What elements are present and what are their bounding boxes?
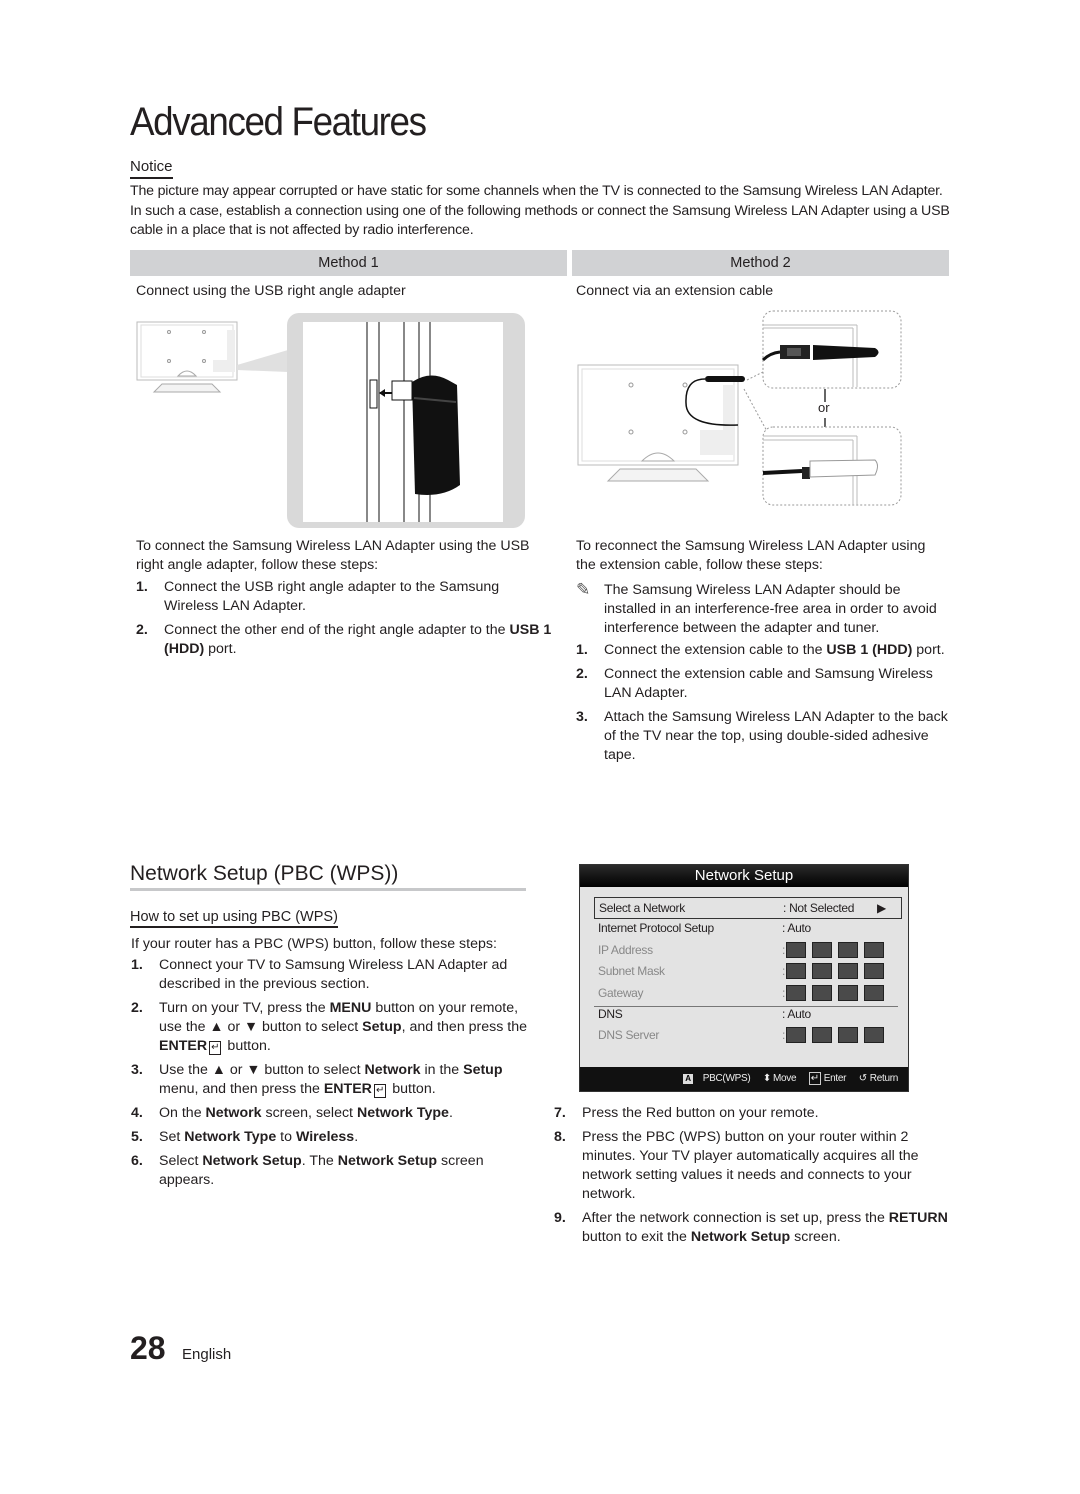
pbc-step: 2. Turn on your TV, press the MENU button… <box>131 1000 528 1055</box>
page-title: Advanced Features <box>130 100 427 144</box>
tv-back-icon <box>577 364 745 482</box>
enter-icon: ↵ <box>209 1041 222 1055</box>
method1-illustration <box>136 313 525 528</box>
menu-row-subnet-mask: Subnet Mask : <box>594 961 900 982</box>
menu-row-ip-address: IP Address : <box>594 940 900 961</box>
method2-step: 2. Connect the extension cable and Samsun… <box>576 666 933 701</box>
enter-icon: ↵ <box>373 1084 387 1098</box>
method2-illustration <box>577 310 902 506</box>
method2-description: Connect via an extension cable <box>576 283 774 299</box>
enter-icon: ↵ <box>808 1072 821 1085</box>
network-setup-screen: Network Setup Select a Network : Not Sel… <box>579 864 909 1092</box>
menu-row-dns-server: DNS Server : <box>594 1025 900 1046</box>
method1-description: Connect using the USB right angle adapte… <box>136 283 406 299</box>
method1-heading: Method 1 <box>130 250 567 276</box>
method1-step: 1. Connect the USB right angle adapter to… <box>136 579 500 614</box>
move-hint: ⬍ Move <box>762 1073 797 1084</box>
pbc-step: 5. Set Network Type to Wireless. <box>131 1129 359 1145</box>
pbc-steps-right: 7. Press the Red button on your remote. 8… <box>554 1104 952 1252</box>
pbc-step: 3. Use the ▲ or ▼ button to select Networ… <box>131 1062 503 1098</box>
page-number: 28 <box>130 1330 166 1366</box>
menu-row-gateway: Gateway : <box>594 983 900 1004</box>
menu-footer: A PBC(WPS) ⬍ Move ↵ Enter ↺ Return <box>580 1067 908 1091</box>
pbc-step: 1. Connect your TV to Samsung Wireless LA… <box>131 957 508 992</box>
pbc-step: 6. Select Network Setup. The Network Setu… <box>131 1153 484 1188</box>
pbc-step: 4. On the Network screen, select Network … <box>131 1105 453 1121</box>
pbc-step: 7. Press the Red button on your remote. <box>554 1105 819 1121</box>
return-hint: ↺ Return <box>858 1073 899 1084</box>
menu-row-dns[interactable]: DNS : Auto <box>594 1004 900 1025</box>
pbc-intro: If your router has a PBC (WPS) button, f… <box>131 936 497 952</box>
gateway-fields <box>786 985 890 1006</box>
pbc-step: 9. After the network connection is set up… <box>554 1210 948 1245</box>
menu-row-internet-protocol[interactable]: Internet Protocol Setup : Auto <box>594 918 900 939</box>
menu-row-select-network[interactable]: Select a Network : Not Selected ▶ <box>594 897 902 919</box>
method2-instructions: To reconnect the Samsung Wireless LAN Ad… <box>576 537 948 770</box>
pbc-step: 8. Press the PBC (WPS) button on your rou… <box>554 1129 919 1202</box>
method1-instructions: To connect the Samsung Wireless LAN Adap… <box>136 537 556 664</box>
method2-step: 1. Connect the extension cable to the USB… <box>576 642 945 658</box>
subnet-fields <box>786 963 890 984</box>
pbc-steps-left: If your router has a PBC (WPS) button, f… <box>131 935 531 1195</box>
or-label: or <box>818 400 830 415</box>
notice-heading: Notice <box>130 158 173 179</box>
return-icon: ↺ <box>858 1073 867 1084</box>
notice-body: The picture may appear corrupted or have… <box>130 183 950 238</box>
updown-icon: ⬍ <box>762 1073 771 1084</box>
method2-step: 3. Attach the Samsung Wireless LAN Adapte… <box>576 709 948 763</box>
enter-hint: ↵ Enter <box>808 1072 847 1085</box>
arrow-right-icon: ▶ <box>877 901 886 915</box>
method2-note: ✎ The Samsung Wireless LAN Adapter should… <box>576 580 937 636</box>
method2-intro: To reconnect the Samsung Wireless LAN Ad… <box>576 538 926 573</box>
a-key-icon: A <box>683 1074 693 1084</box>
method1-step: 2. Connect the other end of the right ang… <box>136 622 552 657</box>
ip-fields <box>786 942 890 963</box>
pbc-wps-hint[interactable]: A PBC(WPS) <box>683 1073 751 1084</box>
page-language: English <box>182 1346 232 1363</box>
tv-back-icon <box>136 321 238 393</box>
dns-server-fields <box>786 1027 890 1048</box>
pencil-note-icon: ✎ <box>576 580 591 599</box>
method1-intro: To connect the Samsung Wireless LAN Adap… <box>136 538 530 573</box>
sub-heading: How to set up using PBC (WPS) <box>130 909 338 928</box>
method2-heading: Method 2 <box>572 250 949 276</box>
section-heading: Network Setup (PBC (WPS)) <box>130 862 526 891</box>
network-setup-title: Network Setup <box>580 865 908 887</box>
